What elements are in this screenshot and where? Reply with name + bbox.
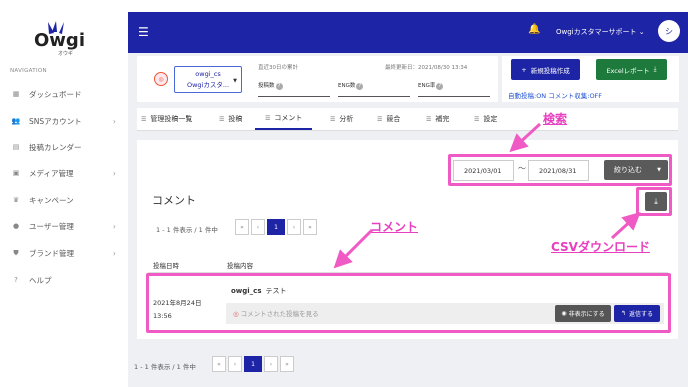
annotation-arrows	[333, 122, 641, 269]
search-arrow	[509, 122, 542, 153]
comment-arrow	[333, 228, 374, 269]
csv-arrow	[610, 211, 641, 240]
